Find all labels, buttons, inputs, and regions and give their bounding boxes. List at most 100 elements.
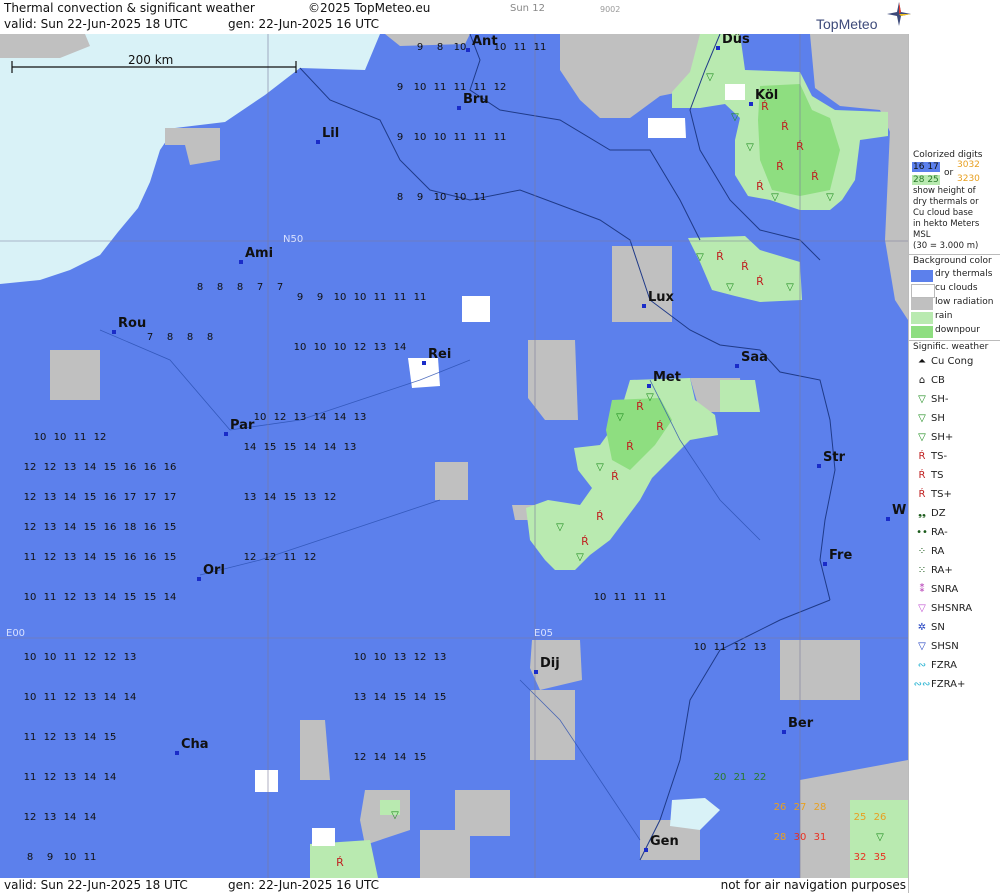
svg-text:▽: ▽ xyxy=(726,282,734,293)
legend-sig-row: ▽ SH+ xyxy=(913,432,953,443)
svg-text:13: 13 xyxy=(304,492,317,503)
snow-rain-shower-icon: ▽ xyxy=(918,603,926,614)
svg-text:Ŕ: Ŕ xyxy=(626,440,634,453)
svg-text:12: 12 xyxy=(24,462,37,473)
svg-text:Ŕ: Ŕ xyxy=(741,260,749,273)
legend-swatch xyxy=(911,284,935,298)
map-footer: valid: Sun 22-Jun-2025 18 UTC gen: 22-Ju… xyxy=(0,878,910,893)
city-label: Str xyxy=(823,450,845,465)
svg-text:14: 14 xyxy=(84,462,97,473)
footer-generated-time: gen: 22-Jun-2025 16 UTC xyxy=(228,878,380,892)
legend-bg-label: cu clouds xyxy=(935,283,978,293)
legend-bg-title: Background color xyxy=(913,256,992,266)
svg-text:10: 10 xyxy=(414,82,427,93)
svg-text:12: 12 xyxy=(304,552,317,563)
svg-text:31: 31 xyxy=(814,832,827,843)
svg-text:15: 15 xyxy=(284,492,297,503)
thunderstorm-symbols: ŔŔŔŔŔŔ ŔŔŔ ŔŔŔŔŔŔ Ŕ xyxy=(336,100,819,869)
svg-text:10: 10 xyxy=(354,292,367,303)
city-label: Rou xyxy=(118,316,147,331)
city-marker xyxy=(457,106,461,110)
svg-text:10: 10 xyxy=(44,652,57,663)
city-marker xyxy=(749,102,753,106)
svg-text:12: 12 xyxy=(734,642,747,653)
svg-text:12: 12 xyxy=(64,592,77,603)
legend-sig-row: Ŕ TS xyxy=(913,470,944,481)
city-marker xyxy=(224,432,228,436)
city-marker xyxy=(422,361,426,365)
map-canvas: 10 10 11 12 12 12 13 14 15 16 16 16 12 13 14 15 16 17 17… xyxy=(0,34,908,878)
svg-text:13: 13 xyxy=(354,412,367,423)
legend-sig-label: SHSNRA xyxy=(931,603,973,614)
legend-bg-label: downpour xyxy=(935,325,980,335)
svg-text:12: 12 xyxy=(104,652,117,663)
svg-text:13: 13 xyxy=(64,732,77,743)
convection-map[interactable]: 10 10 11 12 12 12 13 14 15 16 16 16 12 13 14 15 16 17 17… xyxy=(0,34,908,878)
svg-text:10: 10 xyxy=(254,412,267,423)
svg-text:13: 13 xyxy=(124,652,137,663)
svg-text:14: 14 xyxy=(304,442,317,453)
legend-colorized-title: Colorized digits xyxy=(913,150,983,160)
city-label: Ant xyxy=(472,34,498,49)
svg-text:▽: ▽ xyxy=(826,192,834,203)
legend-sig-row: Ŕ TS+ xyxy=(913,489,952,500)
topmeteo-logo[interactable]: TopMeteo xyxy=(816,16,877,32)
rain-icon: ⁘ xyxy=(917,546,927,557)
legend-sig-row: ✲ SN xyxy=(913,622,945,633)
svg-text:15: 15 xyxy=(284,442,297,453)
svg-text:14: 14 xyxy=(84,812,97,823)
svg-text:8: 8 xyxy=(437,42,443,53)
svg-text:12: 12 xyxy=(44,772,57,783)
city-label: Bru xyxy=(463,92,489,107)
city-marker xyxy=(644,848,648,852)
svg-text:9: 9 xyxy=(317,292,323,303)
legend-sig-row: ⌂ CB xyxy=(913,375,945,386)
svg-text:8: 8 xyxy=(207,332,213,343)
svg-text:8: 8 xyxy=(27,852,33,863)
svg-text:26: 26 xyxy=(774,802,787,813)
city-marker xyxy=(175,751,179,755)
legend-desc-5: MSL xyxy=(913,230,931,240)
legend-desc-1: show height of xyxy=(913,186,976,196)
legend-bg-label: low radiation xyxy=(935,297,994,307)
scale-label: 200 km xyxy=(128,53,174,67)
svg-text:12: 12 xyxy=(354,752,367,763)
svg-text:Ŕ: Ŕ xyxy=(756,180,764,193)
svg-text:11: 11 xyxy=(24,552,37,563)
legend-sig-label: DZ xyxy=(931,508,946,519)
svg-text:11: 11 xyxy=(494,132,507,143)
city-label: Düs xyxy=(722,34,750,47)
svg-text:Ŕ: Ŕ xyxy=(581,535,589,548)
svg-text:▽: ▽ xyxy=(646,392,654,403)
svg-text:10: 10 xyxy=(374,652,387,663)
svg-text:15: 15 xyxy=(394,692,407,703)
svg-text:18: 18 xyxy=(124,522,137,533)
legend-sig-row: Ŕ TS- xyxy=(913,451,948,462)
svg-text:Ŕ: Ŕ xyxy=(596,510,604,523)
svg-text:14: 14 xyxy=(264,492,277,503)
svg-text:13: 13 xyxy=(84,692,97,703)
city-label: Saa xyxy=(741,350,768,365)
svg-text:13: 13 xyxy=(394,652,407,663)
legend-desc-6: (30 = 3.000 m) xyxy=(913,241,979,251)
svg-text:▽: ▽ xyxy=(746,142,754,153)
rain-light-icon: •• xyxy=(916,527,928,538)
svg-text:13: 13 xyxy=(374,342,387,353)
svg-text:32: 32 xyxy=(854,852,867,863)
svg-text:35: 35 xyxy=(874,852,887,863)
svg-text:8: 8 xyxy=(197,282,203,293)
svg-text:8: 8 xyxy=(187,332,193,343)
svg-text:10: 10 xyxy=(24,692,37,703)
footer-valid-time: valid: Sun 22-Jun-2025 18 UTC xyxy=(4,878,188,892)
snow-rain-icon: ⁑ xyxy=(919,584,925,595)
legend-sample-d: 3230 xyxy=(957,174,980,184)
svg-text:14: 14 xyxy=(314,412,327,423)
city-marker xyxy=(782,730,786,734)
svg-text:11: 11 xyxy=(64,652,77,663)
legend-swatch xyxy=(911,298,933,310)
city-marker xyxy=(112,330,116,334)
svg-text:16: 16 xyxy=(144,462,157,473)
city-marker xyxy=(716,46,720,50)
svg-text:10: 10 xyxy=(334,342,347,353)
svg-text:11: 11 xyxy=(24,772,37,783)
